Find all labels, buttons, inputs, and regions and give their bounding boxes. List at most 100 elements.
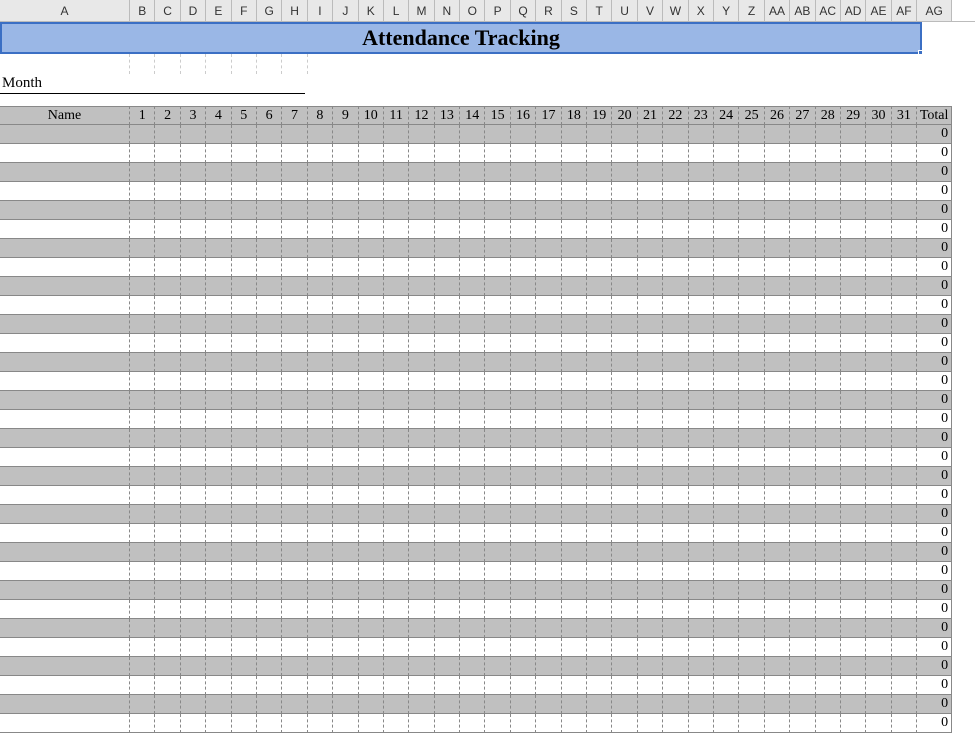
day-cell[interactable]	[841, 486, 866, 505]
day-cell[interactable]	[816, 657, 841, 676]
day-cell[interactable]	[739, 144, 764, 163]
day-header[interactable]: 30	[866, 106, 891, 125]
day-cell[interactable]	[587, 353, 612, 372]
day-cell[interactable]	[485, 619, 510, 638]
day-cell[interactable]	[638, 372, 663, 391]
day-cell[interactable]	[816, 277, 841, 296]
day-cell[interactable]	[689, 163, 714, 182]
day-cell[interactable]	[282, 600, 307, 619]
day-cell[interactable]	[485, 714, 510, 733]
day-cell[interactable]	[384, 676, 409, 695]
day-cell[interactable]	[359, 562, 384, 581]
day-cell[interactable]	[308, 619, 333, 638]
day-cell[interactable]	[232, 144, 257, 163]
day-cell[interactable]	[485, 125, 510, 144]
day-cell[interactable]	[511, 410, 536, 429]
day-header[interactable]: 16	[511, 106, 536, 125]
day-cell[interactable]	[333, 676, 358, 695]
day-cell[interactable]	[663, 581, 688, 600]
day-cell[interactable]	[638, 239, 663, 258]
day-cell[interactable]	[308, 543, 333, 562]
day-cell[interactable]	[384, 277, 409, 296]
total-header[interactable]: Total	[917, 106, 952, 125]
day-cell[interactable]	[739, 429, 764, 448]
day-cell[interactable]	[714, 277, 739, 296]
day-cell[interactable]	[511, 562, 536, 581]
day-cell[interactable]	[359, 201, 384, 220]
day-cell[interactable]	[130, 372, 155, 391]
name-cell[interactable]	[0, 467, 130, 486]
day-cell[interactable]	[155, 486, 180, 505]
day-cell[interactable]	[816, 543, 841, 562]
name-cell[interactable]	[0, 676, 130, 695]
day-cell[interactable]	[257, 524, 282, 543]
name-cell[interactable]	[0, 334, 130, 353]
day-cell[interactable]	[739, 258, 764, 277]
day-cell[interactable]	[206, 429, 231, 448]
day-cell[interactable]	[130, 543, 155, 562]
day-cell[interactable]	[485, 220, 510, 239]
name-cell[interactable]	[0, 619, 130, 638]
day-cell[interactable]	[765, 315, 790, 334]
day-cell[interactable]	[460, 543, 485, 562]
day-cell[interactable]	[409, 410, 434, 429]
day-cell[interactable]	[689, 372, 714, 391]
day-cell[interactable]	[612, 619, 637, 638]
name-cell[interactable]	[0, 125, 130, 144]
day-cell[interactable]	[689, 600, 714, 619]
day-cell[interactable]	[892, 676, 917, 695]
day-cell[interactable]	[257, 220, 282, 239]
day-cell[interactable]	[612, 125, 637, 144]
day-cell[interactable]	[333, 562, 358, 581]
name-cell[interactable]	[0, 182, 130, 201]
day-cell[interactable]	[384, 714, 409, 733]
day-cell[interactable]	[866, 239, 891, 258]
day-cell[interactable]	[308, 467, 333, 486]
day-cell[interactable]	[663, 315, 688, 334]
day-cell[interactable]	[739, 676, 764, 695]
day-cell[interactable]	[359, 524, 384, 543]
day-cell[interactable]	[257, 144, 282, 163]
day-cell[interactable]	[282, 372, 307, 391]
day-cell[interactable]	[308, 676, 333, 695]
day-cell[interactable]	[765, 486, 790, 505]
day-cell[interactable]	[612, 638, 637, 657]
day-cell[interactable]	[739, 448, 764, 467]
day-cell[interactable]	[612, 144, 637, 163]
day-cell[interactable]	[308, 581, 333, 600]
day-cell[interactable]	[663, 334, 688, 353]
total-cell[interactable]: 0	[917, 220, 952, 239]
day-cell[interactable]	[333, 695, 358, 714]
day-cell[interactable]	[155, 505, 180, 524]
day-header[interactable]: 8	[308, 106, 333, 125]
day-cell[interactable]	[409, 372, 434, 391]
day-cell[interactable]	[460, 638, 485, 657]
day-cell[interactable]	[892, 581, 917, 600]
day-cell[interactable]	[409, 182, 434, 201]
day-cell[interactable]	[384, 448, 409, 467]
day-cell[interactable]	[739, 220, 764, 239]
day-cell[interactable]	[892, 619, 917, 638]
day-cell[interactable]	[765, 638, 790, 657]
day-cell[interactable]	[384, 562, 409, 581]
day-cell[interactable]	[866, 258, 891, 277]
day-header[interactable]: 26	[765, 106, 790, 125]
day-cell[interactable]	[130, 334, 155, 353]
day-cell[interactable]	[892, 714, 917, 733]
day-cell[interactable]	[587, 201, 612, 220]
name-cell[interactable]	[0, 638, 130, 657]
day-cell[interactable]	[816, 334, 841, 353]
day-cell[interactable]	[892, 543, 917, 562]
day-cell[interactable]	[587, 410, 612, 429]
day-cell[interactable]	[739, 277, 764, 296]
day-cell[interactable]	[714, 467, 739, 486]
day-cell[interactable]	[511, 581, 536, 600]
day-cell[interactable]	[359, 657, 384, 676]
day-cell[interactable]	[663, 182, 688, 201]
day-cell[interactable]	[130, 448, 155, 467]
day-cell[interactable]	[511, 524, 536, 543]
day-cell[interactable]	[663, 144, 688, 163]
day-cell[interactable]	[587, 486, 612, 505]
day-header[interactable]: 7	[282, 106, 307, 125]
day-cell[interactable]	[765, 220, 790, 239]
